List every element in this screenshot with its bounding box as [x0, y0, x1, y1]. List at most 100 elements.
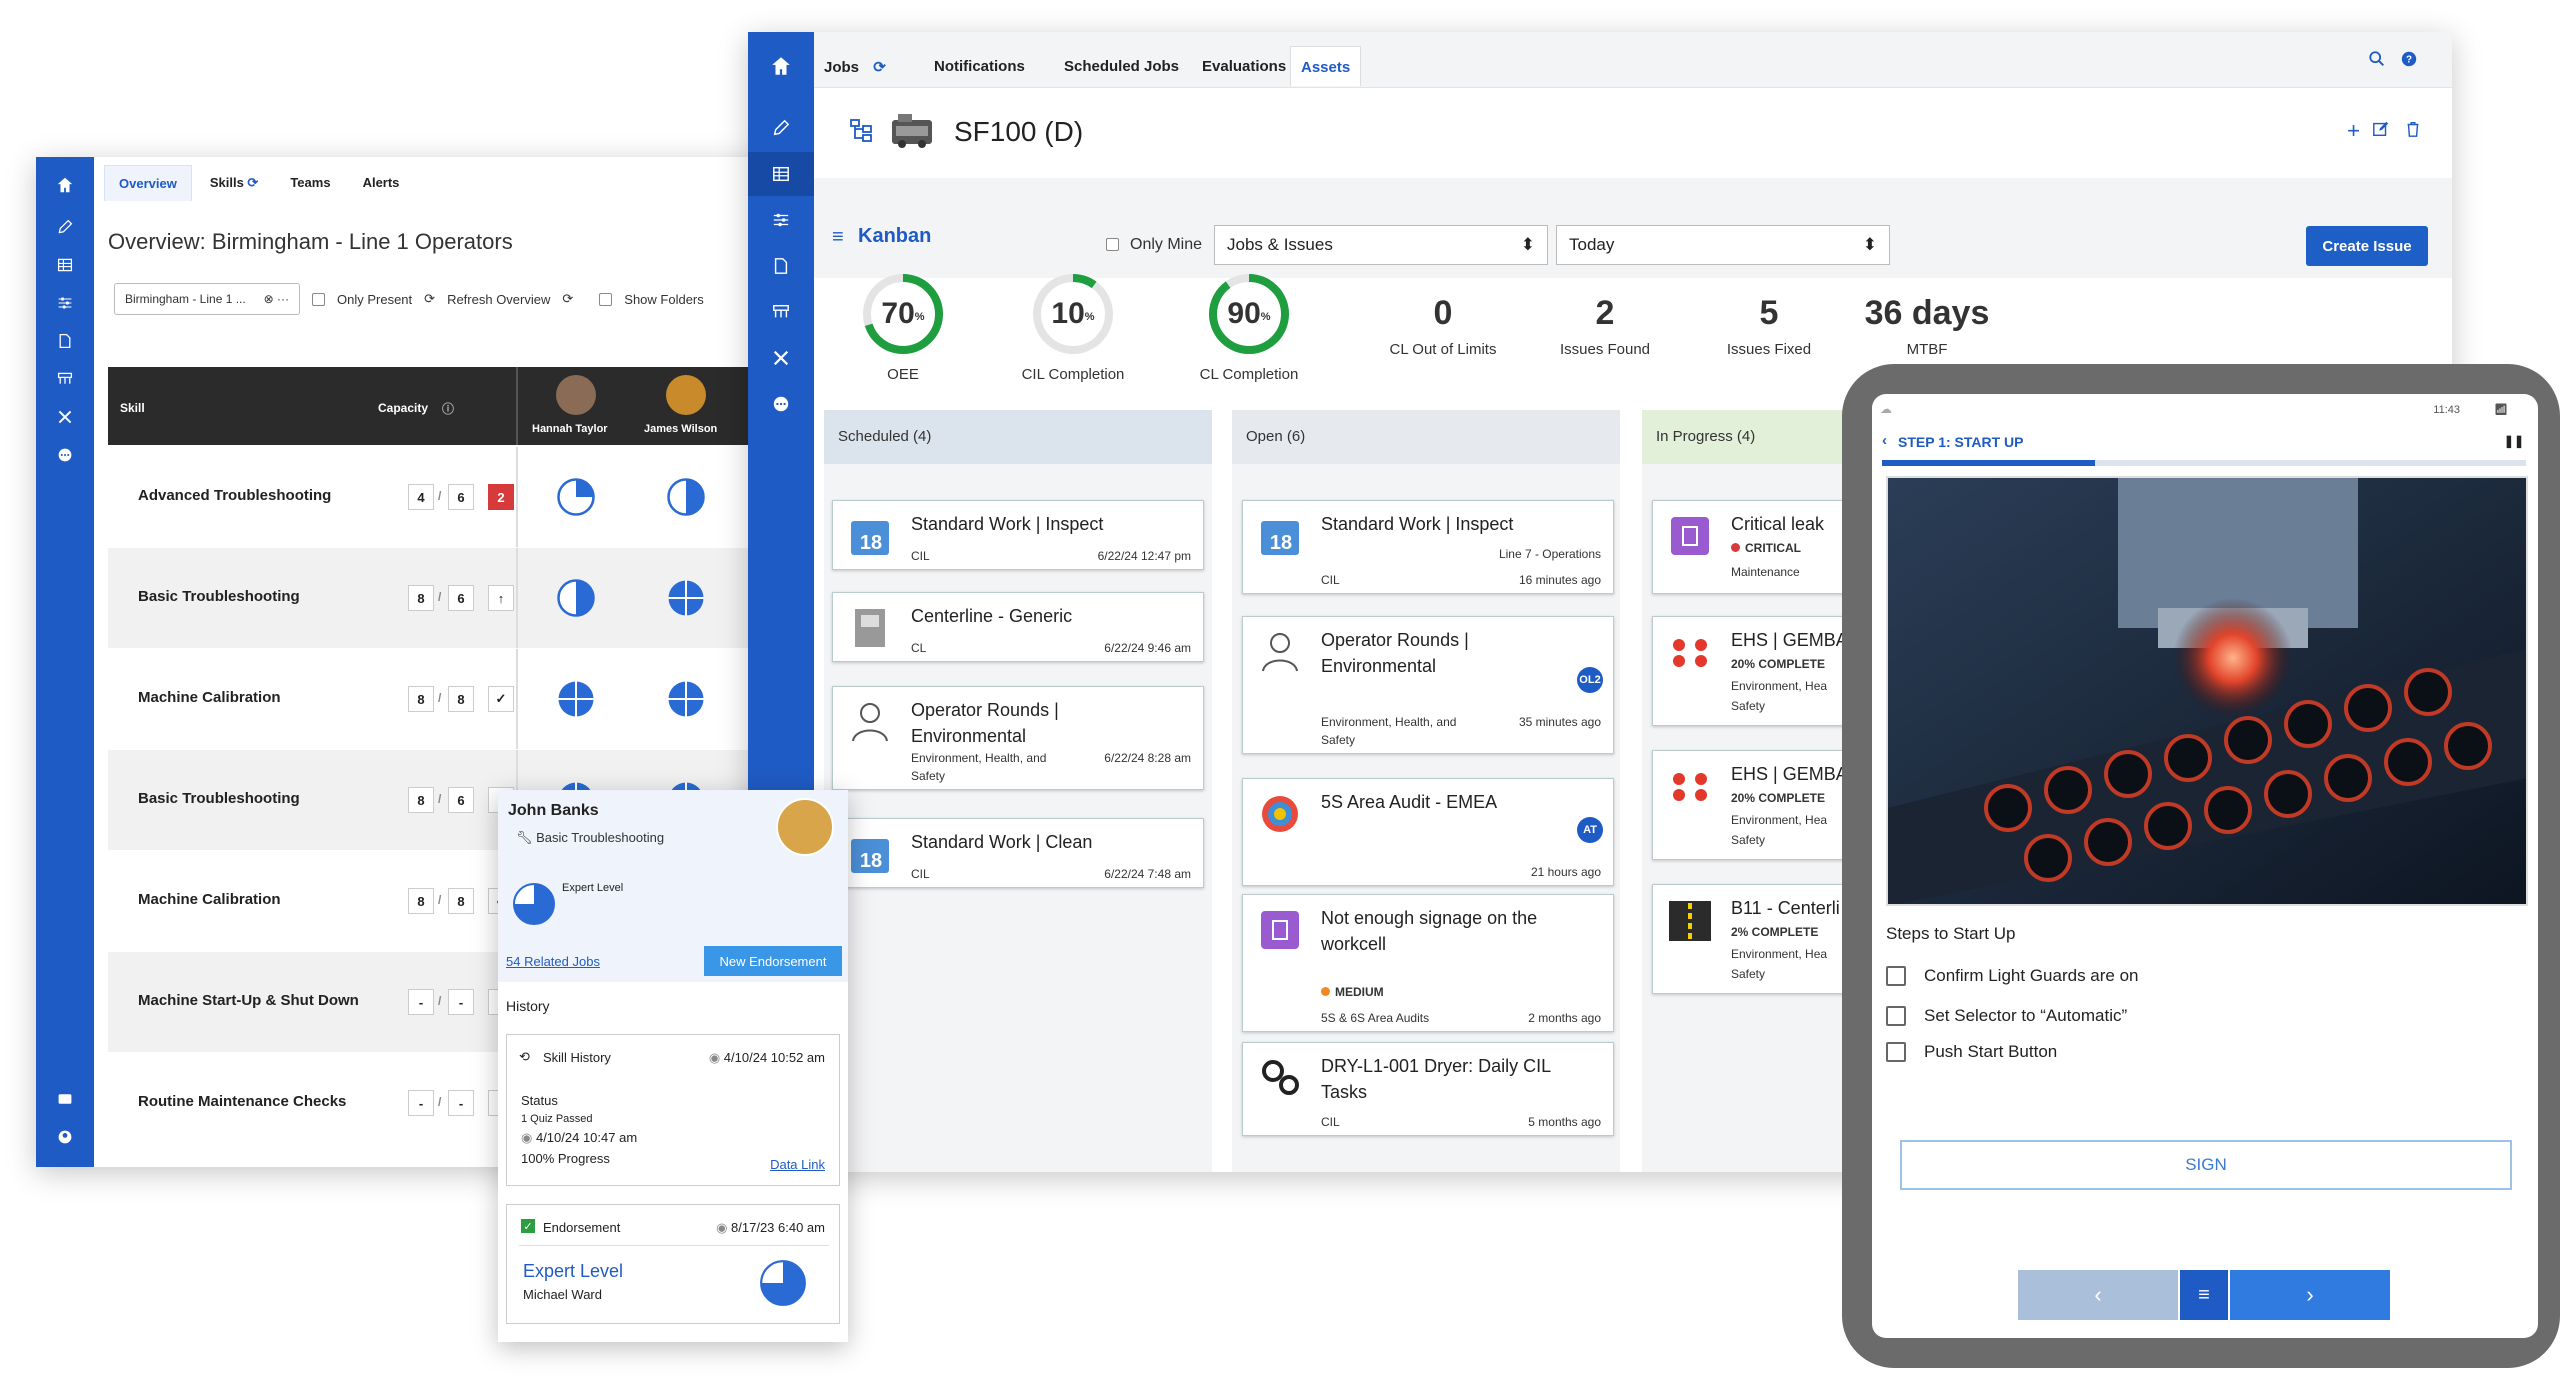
gears-icon [1262, 1060, 1299, 1095]
only-mine-checkbox[interactable] [1106, 238, 1119, 251]
kanban-card[interactable]: 5S Area Audit - EMEA AT 21 hours ago [1242, 778, 1614, 886]
skill-level-pie-icon[interactable] [666, 477, 706, 517]
kanban-card[interactable]: Not enough signage on the workcell MEDIUM… [1242, 894, 1614, 1032]
related-jobs-link[interactable]: 54 Related Jobs [506, 954, 600, 969]
new-endorsement-button[interactable]: New Endorsement [704, 946, 842, 976]
user-icon[interactable] [36, 1117, 94, 1157]
refresh-icon[interactable]: ⟳ [562, 291, 573, 307]
assignee-badge[interactable]: AT [1577, 817, 1603, 843]
show-folders-checkbox[interactable] [599, 292, 613, 306]
data-link[interactable]: Data Link [770, 1157, 825, 1172]
tab-notifications[interactable]: Notifications [924, 46, 1035, 85]
tab-jobs[interactable]: Jobs ⟳ [814, 46, 896, 86]
skill-level-pie-icon[interactable] [556, 679, 596, 719]
refresh-icon[interactable]: ⟳ [873, 59, 886, 76]
tab-scheduled-jobs[interactable]: Scheduled Jobs [1054, 46, 1189, 85]
kanban-card[interactable]: 18 Standard Work | Inspect CIL 6/22/24 12:4… [832, 500, 1204, 570]
chat-icon[interactable] [36, 1079, 94, 1119]
home-icon[interactable] [748, 44, 814, 88]
checklist-item[interactable]: Confirm Light Guards are on [1886, 966, 2139, 986]
person-icon [852, 703, 888, 742]
create-issue-button[interactable]: Create Issue [2306, 226, 2428, 266]
endorsement-level[interactable]: Expert Level [523, 1261, 623, 1282]
table-row[interactable]: Basic Troubleshooting 8 / 6 ↑ [108, 548, 801, 648]
document-icon[interactable] [36, 321, 94, 361]
checkbox[interactable] [1886, 966, 1906, 986]
kpi-stat: 0 CL Out of Limits [1368, 294, 1518, 358]
pencil-icon[interactable] [36, 207, 94, 247]
document-icon[interactable] [748, 244, 814, 288]
kanban-card[interactable]: Operator Rounds | Environmental Environme… [832, 686, 1204, 790]
refresh-icon[interactable]: ⟳ [247, 175, 258, 190]
header-skill: Skill [120, 401, 145, 415]
more-icon[interactable] [748, 382, 814, 426]
table-icon[interactable] [36, 245, 94, 285]
search-icon[interactable] [2368, 50, 2386, 68]
checklist-item[interactable]: Push Start Button [1886, 1042, 2057, 1062]
table-icon[interactable] [748, 152, 814, 196]
chevron-right-icon: › [2306, 1282, 2314, 1307]
menu-icon[interactable]: ≡ [832, 226, 844, 249]
kanban-card[interactable]: DRY-L1-001 Dryer: Daily CIL Tasks CIL 5 mo… [1242, 1042, 1614, 1136]
checkbox[interactable] [1886, 1042, 1906, 1062]
tab-evaluations[interactable]: Evaluations [1192, 46, 1296, 85]
help-icon[interactable]: ? [2400, 50, 2418, 68]
kanban-card[interactable]: B11 - Centerli 2% COMPLETE Environment, He… [1652, 884, 1850, 994]
checklist-item[interactable]: Set Selector to “Automatic” [1886, 1006, 2127, 1026]
card-time: 21 hours ago [1530, 865, 1601, 879]
tab-skills[interactable]: Skills ⟳ [196, 165, 273, 201]
sign-button[interactable]: SIGN [1900, 1140, 2512, 1190]
kanban-card[interactable]: Centerline - Generic CL 6/22/24 9:46 am [832, 592, 1204, 662]
capacity-required: 8 [448, 888, 474, 914]
more-icon[interactable] [36, 435, 94, 475]
kanban-card[interactable]: EHS | GEMBA 20% COMPLETE Environment, Hea S… [1652, 616, 1850, 726]
next-button[interactable]: › [2230, 1270, 2390, 1320]
assignee-badge[interactable]: OL2 [1577, 667, 1603, 693]
home-icon[interactable] [36, 165, 94, 205]
skill-name: Basic Troubleshooting [138, 790, 300, 807]
capacity-current: 8 [408, 585, 434, 611]
purple-icon [1261, 911, 1299, 949]
info-icon[interactable]: ⓘ [442, 400, 454, 417]
add-icon[interactable]: + [2347, 118, 2360, 144]
only-present-checkbox[interactable] [312, 292, 325, 306]
kanban-card[interactable]: EHS | GEMBA 20% COMPLETE Environment, Hea S… [1652, 750, 1850, 860]
machine-icon [888, 110, 936, 150]
table-row[interactable]: Advanced Troubleshooting 4 / 6 2 [108, 447, 801, 547]
skill-level-pie-icon[interactable] [666, 679, 706, 719]
menu-button[interactable]: ≡ [2180, 1270, 2228, 1320]
card-title: Standard Work | Inspect [911, 514, 1104, 534]
date-filter-select[interactable]: Today ⬍ [1556, 225, 1890, 265]
tab-overview[interactable]: Overview [104, 165, 192, 201]
clear-icon[interactable]: ⊗ ··· [264, 292, 289, 306]
skill-level-pie-icon[interactable] [556, 477, 596, 517]
skill-level-pie-icon[interactable] [666, 578, 706, 618]
sliders-icon[interactable] [748, 198, 814, 242]
hierarchy-icon[interactable] [848, 116, 876, 144]
tab-assets[interactable]: Assets [1290, 46, 1362, 86]
kanban-card[interactable]: 18 Standard Work | Clean CIL 6/22/24 7:48 a… [832, 818, 1204, 888]
checkbox[interactable] [1886, 1006, 1906, 1026]
table-row[interactable]: Machine Calibration 8 / 8 ✓ [108, 649, 801, 749]
pause-icon[interactable]: ❚❚ [2504, 434, 2524, 448]
edit-icon[interactable] [2372, 120, 2390, 138]
prev-button[interactable]: ‹ [2018, 1270, 2178, 1320]
org-chart-icon[interactable] [748, 290, 814, 334]
sliders-icon[interactable] [36, 283, 94, 323]
back-chevron-icon[interactable]: ‹ [1882, 432, 1887, 449]
type-filter-select[interactable]: Jobs & Issues ⬍ [1214, 225, 1548, 265]
pencil-icon[interactable] [748, 106, 814, 150]
refresh-icon[interactable]: ⟳ [424, 291, 435, 307]
kanban-card[interactable]: Operator Rounds | Environmental OL2 Enviro… [1242, 616, 1614, 754]
kanban-card[interactable]: 18 Standard Work | Inspect Line 7 - Operat… [1242, 500, 1614, 594]
tools-icon[interactable] [36, 397, 94, 437]
kanban-card[interactable]: Critical leak CRITICAL Maintenance [1652, 500, 1850, 594]
refresh-overview-link[interactable]: Refresh Overview [447, 292, 550, 307]
trash-icon[interactable] [2404, 120, 2422, 138]
team-select[interactable]: Birmingham - Line 1 ... ⊗ ··· [114, 283, 300, 315]
tab-teams[interactable]: Teams [276, 165, 344, 201]
skill-level-pie-icon[interactable] [556, 578, 596, 618]
tab-alerts[interactable]: Alerts [349, 165, 414, 201]
org-chart-icon[interactable] [36, 359, 94, 399]
tools-icon[interactable] [748, 336, 814, 380]
